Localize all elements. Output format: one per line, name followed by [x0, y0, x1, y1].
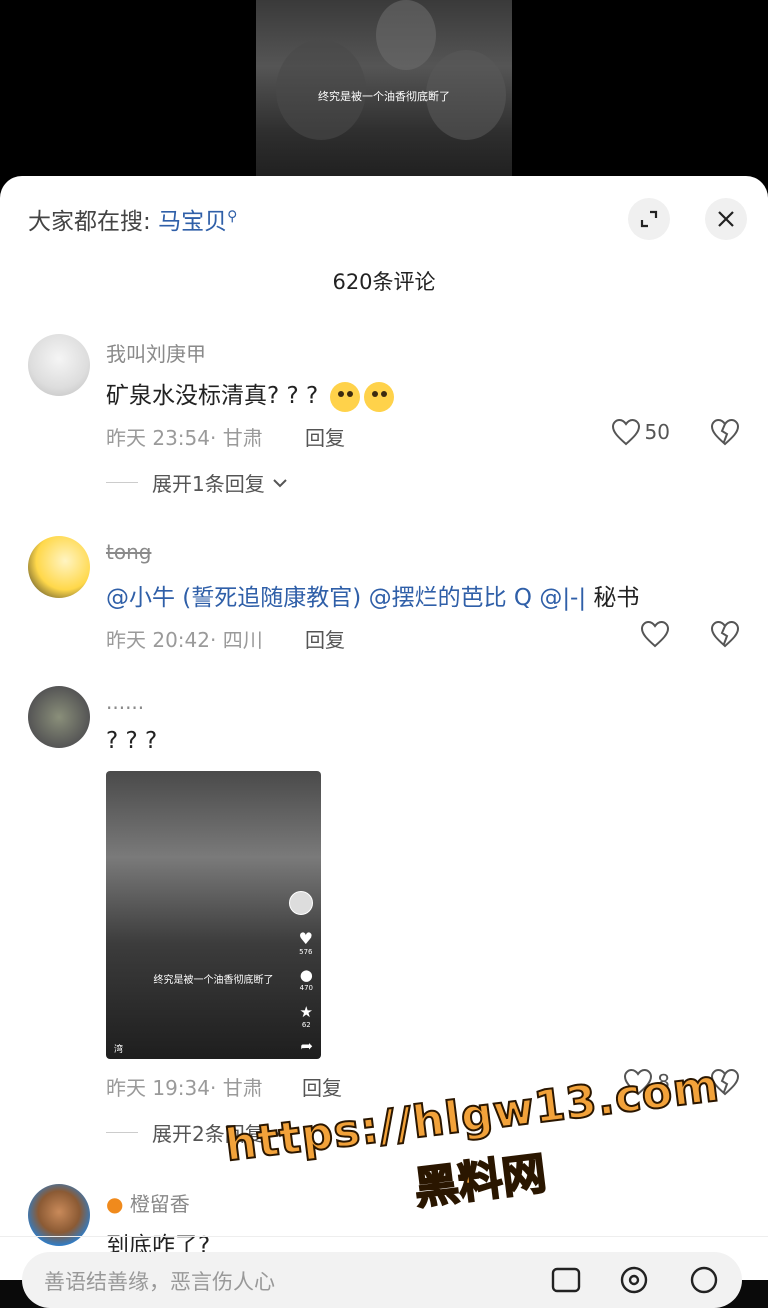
thumbnail-caption: 终究是被一个油香彻底断了: [153, 975, 274, 986]
mention-link[interactable]: @摆烂的芭比 Q: [369, 585, 532, 611]
mention-link[interactable]: @|-|: [539, 585, 586, 611]
comment-text: @小牛 (誓死追随康教官) @摆烂的芭比 Q @|-| 秘书: [106, 578, 639, 612]
orange-emoji-icon: ●: [106, 1192, 124, 1216]
comment-username[interactable]: ● 橙留香: [106, 1188, 190, 1217]
input-divider: [0, 1236, 768, 1237]
like-button[interactable]: [640, 620, 670, 648]
dislike-button[interactable]: [710, 620, 740, 652]
comment-username-text: 橙留香: [129, 1192, 190, 1216]
thumbnail-star-count: 62: [301, 1021, 311, 1029]
expand-icon: [640, 210, 658, 228]
close-button[interactable]: [705, 198, 747, 240]
emoji-icon[interactable]: [688, 1264, 720, 1296]
divider-line: [106, 482, 138, 483]
thumbnail-like-count: 576: [299, 948, 313, 956]
thumbnail-comment-count: 470: [299, 984, 313, 992]
heart-icon: ♥: [298, 929, 313, 948]
at-mention-icon[interactable]: [618, 1264, 650, 1296]
divider-line: [106, 1132, 138, 1133]
video-player[interactable]: 终究是被一个油香彻底断了: [256, 0, 512, 190]
expand-replies-label: 展开1条回复: [152, 472, 265, 496]
comment-image-thumbnail[interactable]: 终究是被一个油香彻底断了 ♥ 576 ● 470 ★ 62 ➦ 湾: [106, 771, 321, 1059]
broken-heart-icon: [710, 620, 740, 648]
comment-username[interactable]: ......: [106, 690, 144, 714]
comment-bubble-icon: ●: [299, 966, 313, 984]
search-suggestion[interactable]: 大家都在搜: 马宝贝⚲: [28, 202, 237, 236]
avatar[interactable]: [28, 334, 90, 396]
comment-text: ? ? ?: [106, 728, 158, 754]
reply-button[interactable]: 回复: [302, 1072, 342, 1101]
expand-replies-button[interactable]: 展开1条回复: [106, 468, 289, 497]
comment-count: 620条评论: [332, 270, 436, 294]
avatar[interactable]: [28, 536, 90, 598]
close-icon: [718, 211, 734, 227]
thinking-emoji-icon: [363, 381, 394, 412]
search-term[interactable]: 马宝贝: [158, 209, 227, 235]
like-button[interactable]: 50: [611, 418, 670, 446]
mention-link[interactable]: @小牛 (誓死追随康教官): [106, 585, 361, 611]
comment-input-placeholder: 善语结善缘，恶言伤人心: [44, 1270, 275, 1294]
broken-heart-icon: [710, 418, 740, 446]
search-prefix: 大家都在搜:: [28, 209, 159, 235]
comment-meta: 昨天 23:54· 甘肃: [106, 426, 263, 450]
like-count: 50: [644, 420, 670, 444]
comment-text-body: 矿泉水没标清真? ? ?: [106, 383, 326, 409]
reply-button[interactable]: 回复: [305, 624, 345, 653]
comment-text-body: 秘书: [586, 585, 640, 611]
comment-meta: 昨天 20:42· 四川: [106, 628, 263, 652]
thinking-emoji-icon: [329, 381, 360, 412]
heart-icon: [611, 418, 640, 446]
thumbnail-like: ♥ 576: [299, 929, 313, 956]
comment-username[interactable]: 我叫刘庚甲: [106, 338, 206, 367]
comment-text: 矿泉水没标清真? ? ?: [106, 376, 394, 412]
comment-input[interactable]: 善语结善缘，恶言伤人心: [22, 1252, 742, 1308]
avatar[interactable]: [28, 686, 90, 748]
star-icon: ★: [299, 1003, 313, 1021]
video-caption: 终究是被一个油香彻底断了: [318, 90, 450, 103]
thumbnail-avatar: [289, 891, 313, 915]
heart-icon: [640, 620, 670, 648]
dislike-button[interactable]: [710, 418, 740, 450]
search-icon: ⚲: [227, 208, 238, 225]
comment-meta: 昨天 19:34· 甘肃: [106, 1076, 263, 1100]
share-icon: ➦: [300, 1037, 313, 1055]
expand-button[interactable]: [628, 198, 670, 240]
image-icon[interactable]: [550, 1264, 582, 1296]
thumbnail-star: ★ 62: [300, 1003, 313, 1029]
reply-button[interactable]: 回复: [305, 422, 345, 451]
thumbnail-corner-label: 湾: [114, 1045, 124, 1055]
chevron-down-icon: [273, 478, 287, 487]
comment-username[interactable]: tong: [106, 540, 151, 564]
thumbnail-comment: ● 470: [300, 966, 313, 992]
